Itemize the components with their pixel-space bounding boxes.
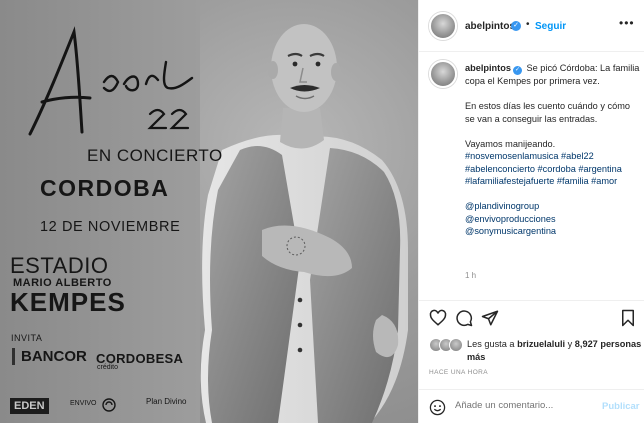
avatar[interactable] [429, 12, 457, 40]
heart-icon[interactable] [429, 309, 447, 327]
verified-badge-icon: ✓ [511, 21, 521, 31]
poster-venue-line1: ESTADIO [10, 253, 109, 278]
caption-timestamp[interactable]: 1 h [465, 271, 476, 280]
publish-button[interactable]: Publicar [602, 401, 640, 412]
likes-connector: y [567, 339, 573, 349]
poster-city: CORDOBA [40, 175, 170, 201]
post-header: abelpintos ✓ • Seguir ••• [419, 0, 644, 52]
plan-divino-logo: Plan Divino [146, 397, 187, 406]
liker-avatar[interactable] [449, 338, 463, 352]
poster-event: EN CONCIERTO [87, 146, 223, 165]
post-image[interactable]: EN CONCIERTO CORDOBA 12 DE NOVIEMBRE EST… [0, 0, 418, 423]
signature-logo [28, 26, 194, 136]
likes-text: Les gusta a brizuelaluli y 8,927 persona… [467, 338, 643, 363]
poster-invita: INVITA [11, 333, 43, 343]
caption-paragraph-2: En estos días les cuento cuándo y cómo s… [465, 101, 630, 124]
poster-date: 12 DE NOVIEMBRE [40, 219, 181, 235]
post-side-panel: abelpintos ✓ • Seguir ••• abelpintos ✓ Se… [418, 0, 644, 423]
mention-link[interactable]: @sonymusicargentina [465, 225, 641, 238]
caption-body: abelpintos ✓ Se picó Córdoba: La familia … [465, 62, 641, 238]
comment-input[interactable] [455, 400, 595, 411]
mention-link[interactable]: @plandivinogroup [465, 200, 641, 213]
follow-button[interactable]: Seguir [535, 21, 566, 32]
verified-badge-icon: ✓ [512, 66, 522, 75]
comment-icon[interactable] [455, 309, 473, 327]
header-username[interactable]: abelpintos [465, 21, 515, 32]
separator-dot: • [526, 19, 530, 30]
share-icon[interactable] [481, 309, 499, 327]
more-options-icon[interactable]: ••• [619, 16, 635, 30]
caption-hashtags[interactable]: #nosvemosenlamusica #abel22 #abelenconci… [465, 150, 641, 188]
bancor-logo: BANCOR [12, 348, 87, 365]
mention-link[interactable]: @envivoproducciones [465, 213, 641, 226]
likes-prefix: Les gusta a [467, 339, 515, 349]
bookmark-icon[interactable] [619, 309, 637, 327]
post-timestamp[interactable]: HACE UNA HORA [429, 369, 488, 376]
emoji-icon[interactable] [429, 399, 446, 416]
sony-music-icon [102, 398, 116, 415]
eden-logo: EDEN [10, 398, 49, 414]
comment-box: Publicar [419, 389, 644, 423]
action-bar [419, 300, 644, 330]
cordobesa-subtitle: crédito [97, 364, 119, 371]
liker-username[interactable]: brizuelaluli [517, 339, 565, 349]
envivo-logo: ENVIVO [70, 400, 97, 407]
poster-venue-line3: KEMPES [10, 287, 126, 317]
avatar[interactable] [429, 60, 457, 88]
caption-username[interactable]: abelpintos [465, 63, 511, 73]
caption-paragraph-3: Vayamos manijeando. [465, 138, 556, 149]
